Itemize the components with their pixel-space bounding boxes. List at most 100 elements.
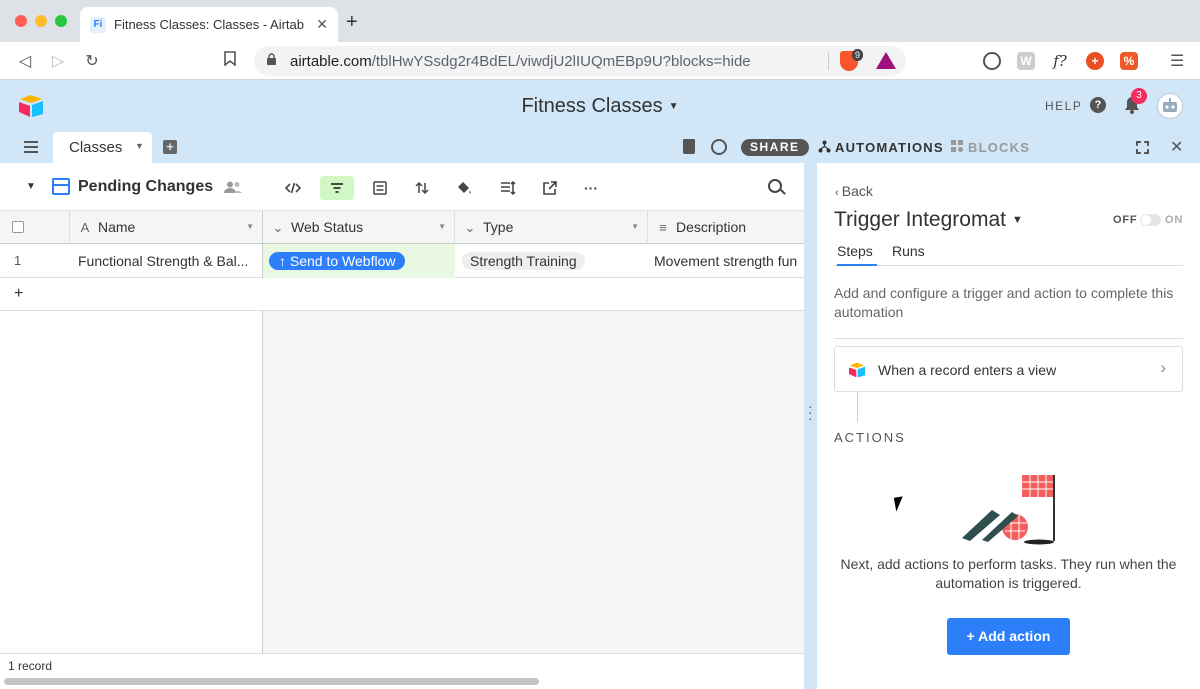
trigger-label: When a record enters a view — [878, 362, 1057, 378]
minimize-window-button[interactable] — [35, 15, 47, 27]
help-label[interactable]: HELP — [1045, 99, 1082, 113]
trash-icon[interactable] — [683, 139, 695, 154]
table-row[interactable]: 1 Functional Strength & Bal... ↑ Send to… — [0, 244, 804, 278]
automations-panel: ‹ Back Trigger Integromat ▼ OFF ON Steps … — [817, 163, 1200, 689]
view-switcher-icon[interactable]: ▼ — [26, 181, 36, 192]
close-window-button[interactable] — [15, 15, 27, 27]
more-options-icon[interactable]: ··· — [577, 176, 605, 200]
select-all-checkbox[interactable] — [12, 221, 24, 233]
address-bar[interactable]: airtable.com/tblHwYSsdg2r4BdEL/viwdjU2lI… — [254, 46, 906, 76]
automation-toggle[interactable] — [1140, 214, 1161, 226]
extension-1-icon[interactable] — [983, 52, 1001, 70]
browser-tab[interactable]: Fi Fitness Classes: Classes - Airtab ✕ — [80, 7, 338, 42]
expand-panel-icon[interactable] — [1136, 141, 1149, 154]
back-link[interactable]: ‹ Back — [835, 183, 873, 199]
hamburger-menu-icon[interactable] — [24, 141, 38, 153]
add-action-button[interactable]: + Add action — [947, 618, 1070, 655]
tab-classes[interactable]: Classes ▼ — [53, 132, 152, 163]
row-height-icon[interactable] — [494, 176, 522, 200]
automations-button[interactable]: AUTOMATIONS — [818, 140, 944, 155]
collaborators-icon[interactable] — [224, 180, 242, 196]
share-button[interactable]: SHARE — [741, 139, 809, 156]
add-table-icon[interactable]: + — [163, 140, 177, 154]
reload-icon[interactable]: ↻ — [82, 51, 102, 71]
maximize-window-button[interactable] — [55, 15, 67, 27]
column-header-name[interactable]: A Name ▼ — [70, 211, 263, 244]
view-toolbar: ▼ Pending Changes ··· — [0, 163, 804, 211]
search-icon[interactable] — [768, 179, 782, 193]
url-separator — [828, 52, 829, 70]
view-name[interactable]: Pending Changes — [78, 178, 213, 196]
chevron-down-icon[interactable]: ▼ — [135, 141, 144, 151]
filter-icon[interactable] — [320, 176, 354, 200]
color-icon[interactable] — [450, 176, 478, 200]
drag-handle-icon: · · · — [808, 398, 813, 426]
extension-w-icon[interactable]: W — [1017, 52, 1035, 70]
grid-empty-area — [263, 311, 804, 653]
close-panel-icon[interactable]: ✕ — [1170, 137, 1183, 157]
bookmark-icon[interactable] — [220, 51, 240, 71]
single-select-icon: ⌄ — [464, 220, 476, 235]
forward-arrow-icon[interactable]: ▷ — [48, 51, 68, 71]
type-tag: Strength Training — [462, 252, 585, 270]
group-icon[interactable] — [366, 176, 394, 200]
web-status-cell[interactable]: ↑ Send to Webflow — [263, 244, 455, 278]
automations-icon — [818, 140, 831, 153]
long-text-icon: ≡ — [659, 220, 667, 235]
close-tab-icon[interactable]: ✕ — [316, 16, 328, 33]
add-record-icon[interactable]: + — [14, 285, 23, 303]
browser-menu-icon[interactable]: ☰ — [1170, 51, 1184, 71]
type-cell[interactable]: Strength Training — [455, 244, 648, 278]
brave-rewards-icon[interactable] — [876, 52, 896, 69]
extension-percent-icon[interactable]: % — [1120, 52, 1138, 70]
description-cell[interactable]: Movement strength fun — [648, 244, 804, 278]
table-tabs-bar: Classes ▼ + SHARE AUTOMATIONS BLOCKS ✕ — [0, 132, 1200, 163]
base-title[interactable]: Fitness Classes ▼ — [0, 95, 1200, 118]
actions-heading: ACTIONS — [834, 430, 906, 445]
toggle-off-label: OFF — [1113, 214, 1138, 226]
extension-fx-icon[interactable]: f? — [1051, 52, 1069, 70]
history-icon[interactable] — [711, 139, 727, 155]
help-icon[interactable]: ? — [1090, 97, 1106, 113]
column-header-web-status[interactable]: ⌄ Web Status ▼ — [263, 211, 455, 244]
name-cell[interactable]: Functional Strength & Bal... — [70, 244, 263, 278]
column-header-row: A Name ▼ ⌄ Web Status ▼ ⌄ Type ▼ ≡ Descripti… — [0, 211, 804, 244]
chevron-down-icon[interactable]: ▼ — [246, 222, 254, 231]
horizontal-scrollbar[interactable] — [4, 678, 539, 685]
sort-icon[interactable] — [408, 176, 436, 200]
record-count: 1 record — [8, 659, 53, 673]
chevron-right-icon: › — [1160, 358, 1166, 377]
lock-icon — [266, 53, 277, 69]
blocks-button[interactable]: BLOCKS — [951, 140, 1030, 155]
avatar[interactable] — [1157, 93, 1183, 119]
grid-view-icon — [52, 178, 70, 195]
table-tab-label: Classes — [69, 139, 123, 156]
chevron-down-icon[interactable]: ▼ — [631, 222, 639, 231]
back-arrow-icon[interactable]: ◁ — [15, 51, 35, 71]
add-record-row[interactable]: + — [0, 278, 804, 311]
chevron-down-icon[interactable]: ▼ — [438, 222, 446, 231]
automation-title[interactable]: Trigger Integromat ▼ — [834, 208, 1023, 232]
airtable-favicon-icon: Fi — [90, 16, 106, 33]
share-view-icon[interactable] — [536, 176, 564, 200]
trigger-card[interactable]: When a record enters a view › — [834, 346, 1183, 392]
automation-description: Add and configure a trigger and action t… — [834, 285, 1174, 320]
new-tab-button[interactable]: + — [346, 12, 358, 32]
grid-footer: 1 record — [0, 653, 804, 689]
tab-steps[interactable]: Steps — [837, 243, 877, 266]
url-text: airtable.com/tblHwYSsdg2r4BdEL/viwdjU2lI… — [290, 53, 751, 70]
panel-resize-handle[interactable]: · · · — [804, 163, 817, 689]
column-header-description[interactable]: ≡ Description — [648, 211, 804, 244]
extension-plus-icon[interactable]: + — [1086, 52, 1104, 70]
empty-actions-text: Next, add actions to perform tasks. They… — [840, 556, 1177, 591]
divider — [834, 338, 1183, 339]
send-to-webflow-button[interactable]: ↑ Send to Webflow — [269, 252, 406, 270]
tab-runs[interactable]: Runs — [892, 243, 925, 264]
records-grid: A Name ▼ ⌄ Web Status ▼ ⌄ Type ▼ ≡ Descripti… — [0, 211, 804, 689]
text-field-icon: A — [80, 220, 90, 235]
hide-fields-icon[interactable] — [279, 176, 307, 200]
base-header: Fitness Classes ▼ HELP ? 3 — [0, 80, 1200, 132]
step-connector — [857, 392, 858, 422]
column-header-type[interactable]: ⌄ Type ▼ — [455, 211, 648, 244]
browser-tab-bar: Fi Fitness Classes: Classes - Airtab ✕ + — [0, 0, 1200, 42]
